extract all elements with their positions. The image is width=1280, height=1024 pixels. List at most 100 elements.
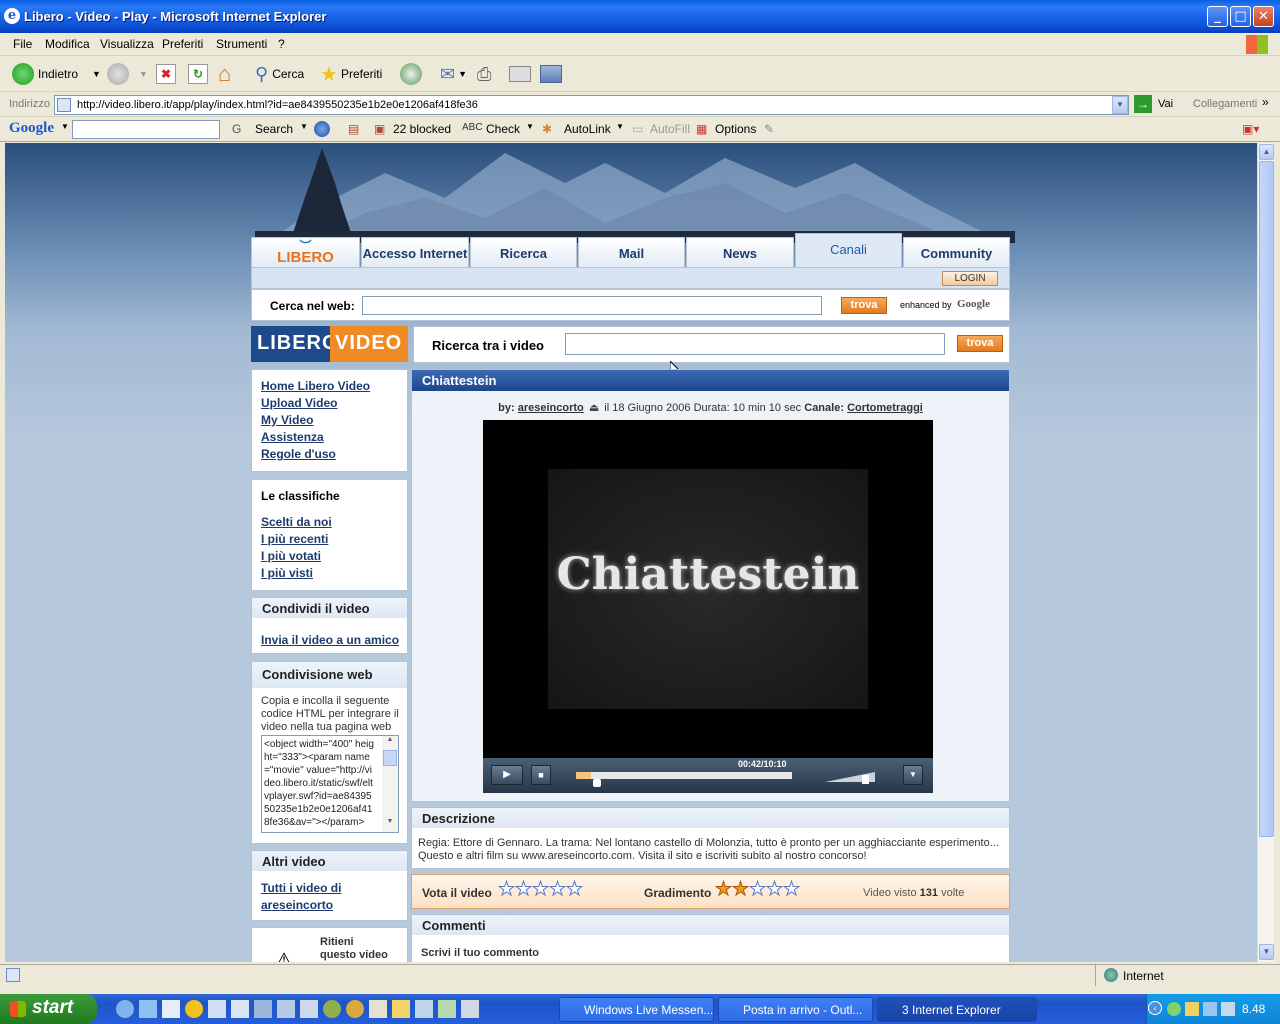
tool2-quicklaunch-icon[interactable]	[277, 1000, 295, 1018]
play-button[interactable]: ▶	[491, 765, 523, 785]
rank-link-visti[interactable]: I più visti	[261, 566, 313, 580]
notepad-quicklaunch-icon[interactable]	[369, 1000, 387, 1018]
google-search-input[interactable]	[72, 120, 220, 139]
folder-quicklaunch-icon[interactable]	[392, 1000, 410, 1018]
other-videos-link[interactable]: Tutti i video di areseincorto	[261, 880, 361, 914]
back-button[interactable]: Indietro ▼	[12, 61, 101, 87]
network-quicklaunch-icon[interactable]	[415, 1000, 433, 1018]
video-player[interactable]: Chiattestein ▶ ■ 00:42/10:10 ▼	[483, 420, 933, 793]
page-scrollbar[interactable]: ▲ ▼	[1257, 143, 1274, 962]
misc-quicklaunch-icon[interactable]	[461, 1000, 479, 1018]
rank-link-scelti[interactable]: Scelti da noi	[261, 515, 332, 529]
maximize-button[interactable]: □	[1230, 6, 1251, 27]
embed-code-textarea[interactable]: <object width="400" height="333"><param …	[261, 735, 399, 833]
menu-file[interactable]: File	[13, 37, 32, 51]
people-quicklaunch-icon[interactable]	[438, 1000, 456, 1018]
user-quicklaunch-icon[interactable]	[346, 1000, 364, 1018]
sidebar-link-assistenza[interactable]: Assistenza	[261, 430, 324, 444]
scroll-thumb[interactable]	[1259, 161, 1274, 837]
sidebar-link-home[interactable]: Home Libero Video	[261, 379, 370, 393]
libero-video-logo[interactable]: LIBERO VIDEO	[251, 326, 408, 362]
autolink-button[interactable]: AutoLink	[564, 122, 611, 136]
menu-help[interactable]: ?	[278, 37, 285, 51]
player-menu-button[interactable]: ▼	[903, 765, 923, 785]
vote-star-5[interactable]: ★	[566, 880, 584, 900]
vote-star-3[interactable]: ★	[532, 880, 550, 900]
tray-icon-2[interactable]	[1185, 1002, 1199, 1016]
search-quicklaunch-icon[interactable]	[208, 1000, 226, 1018]
blocked-popups[interactable]: 22 blocked	[393, 122, 451, 136]
pencil-icon[interactable]: ✎	[764, 122, 774, 136]
rank-link-votati[interactable]: I più votati	[261, 549, 321, 563]
vote-star-2[interactable]: ★	[515, 880, 533, 900]
globe-icon[interactable]	[314, 121, 330, 137]
start-button[interactable]: start	[0, 994, 97, 1024]
vote-star-4[interactable]: ★	[549, 880, 567, 900]
calc-quicklaunch-icon[interactable]	[231, 1000, 249, 1018]
task-internet-explorer[interactable]: 3 Internet Explorer	[877, 997, 1037, 1022]
menu-modifica[interactable]: Modifica	[45, 37, 90, 51]
google-search-button[interactable]: Search	[255, 122, 293, 136]
chevron-left-icon[interactable]: ‹	[1148, 1001, 1162, 1015]
app-quicklaunch-icon[interactable]	[139, 1000, 157, 1018]
print-button[interactable]: ⎙	[477, 61, 491, 87]
task-messenger[interactable]: Windows Live Messen...	[559, 997, 714, 1022]
tray-volume-icon[interactable]	[1221, 1002, 1235, 1016]
libero-logo-tab[interactable]: ︶ LIBERO	[251, 237, 360, 267]
google-brand[interactable]: Google	[9, 120, 54, 137]
canale-link[interactable]: Cortometraggi	[847, 402, 923, 414]
ie-quicklaunch-icon[interactable]	[116, 1000, 134, 1018]
scroll-down-icon[interactable]: ▼	[1259, 944, 1274, 960]
forward-button[interactable]: ▼	[107, 61, 148, 87]
menu-visualizza[interactable]: Visualizza	[100, 37, 154, 51]
tab-news[interactable]: News	[686, 237, 794, 267]
rank-link-recenti[interactable]: I più recenti	[261, 532, 328, 546]
tool3-quicklaunch-icon[interactable]	[300, 1000, 318, 1018]
menu-preferiti[interactable]: Preferiti	[162, 37, 203, 51]
chevron-right-icon[interactable]: »	[1262, 95, 1269, 109]
media-quicklaunch-icon[interactable]	[185, 1000, 203, 1018]
address-input[interactable]: http://video.libero.it/app/play/index.ht…	[54, 95, 1129, 115]
sidebar-link-regole[interactable]: Regole d'uso	[261, 447, 336, 461]
google-options-icon[interactable]: ▣▾	[1242, 122, 1259, 136]
scroll-up-icon[interactable]: ▲	[1259, 144, 1274, 160]
stop-playback-button[interactable]: ■	[531, 765, 551, 785]
share-link[interactable]: Invia il video a un amico	[261, 633, 399, 647]
video-search-input[interactable]	[565, 333, 945, 355]
go-button[interactable]: → Vai	[1134, 95, 1173, 113]
minimize-button[interactable]: _	[1207, 6, 1228, 27]
tab-ricerca[interactable]: Ricerca	[470, 237, 577, 267]
tab-accesso-internet[interactable]: Accesso Internet	[361, 237, 469, 267]
volume-handle[interactable]	[862, 775, 869, 784]
tool-quicklaunch-icon[interactable]	[254, 1000, 272, 1018]
tab-canali[interactable]: Canali	[795, 233, 902, 267]
tab-mail[interactable]: Mail	[578, 237, 685, 267]
messenger-quicklaunch-icon[interactable]	[323, 1000, 341, 1018]
progress-handle[interactable]	[592, 779, 601, 787]
sidebar-link-upload[interactable]: Upload Video	[261, 396, 337, 410]
options-button[interactable]: Options	[715, 122, 756, 136]
search-button[interactable]: ⚲ Cerca	[255, 61, 304, 87]
sidebar-link-my-video[interactable]: My Video	[261, 413, 313, 427]
tray-messenger-icon[interactable]	[1167, 1002, 1181, 1016]
login-button[interactable]: LOGIN	[942, 271, 998, 286]
vote-stars[interactable]: ★★★★★	[498, 880, 584, 900]
web-search-input[interactable]	[362, 296, 822, 315]
vote-star-1[interactable]: ★	[498, 880, 516, 900]
favorites-button[interactable]: ★ Preferiti	[320, 61, 382, 87]
stop-button[interactable]: ✖	[156, 61, 176, 87]
check-button[interactable]: Check	[486, 122, 520, 136]
history-button[interactable]	[400, 61, 422, 87]
close-button[interactable]: ✕	[1253, 6, 1274, 27]
edit-button[interactable]	[509, 61, 531, 87]
address-dropdown-icon[interactable]: ▼	[1112, 96, 1128, 114]
volume-slider[interactable]	[825, 770, 877, 784]
mail-button[interactable]: ✉ ▼	[440, 61, 467, 87]
progress-bar[interactable]	[576, 772, 792, 779]
web-search-trova-button[interactable]: trova	[841, 297, 887, 314]
video-search-trova-button[interactable]: trova	[957, 335, 1003, 352]
refresh-button[interactable]: ↻	[188, 61, 208, 87]
embed-scrollbar[interactable]: ▲ ▼	[382, 736, 398, 832]
task-outlook[interactable]: Posta in arrivo - Outl...	[718, 997, 873, 1022]
home-button[interactable]: ⌂	[218, 61, 231, 87]
